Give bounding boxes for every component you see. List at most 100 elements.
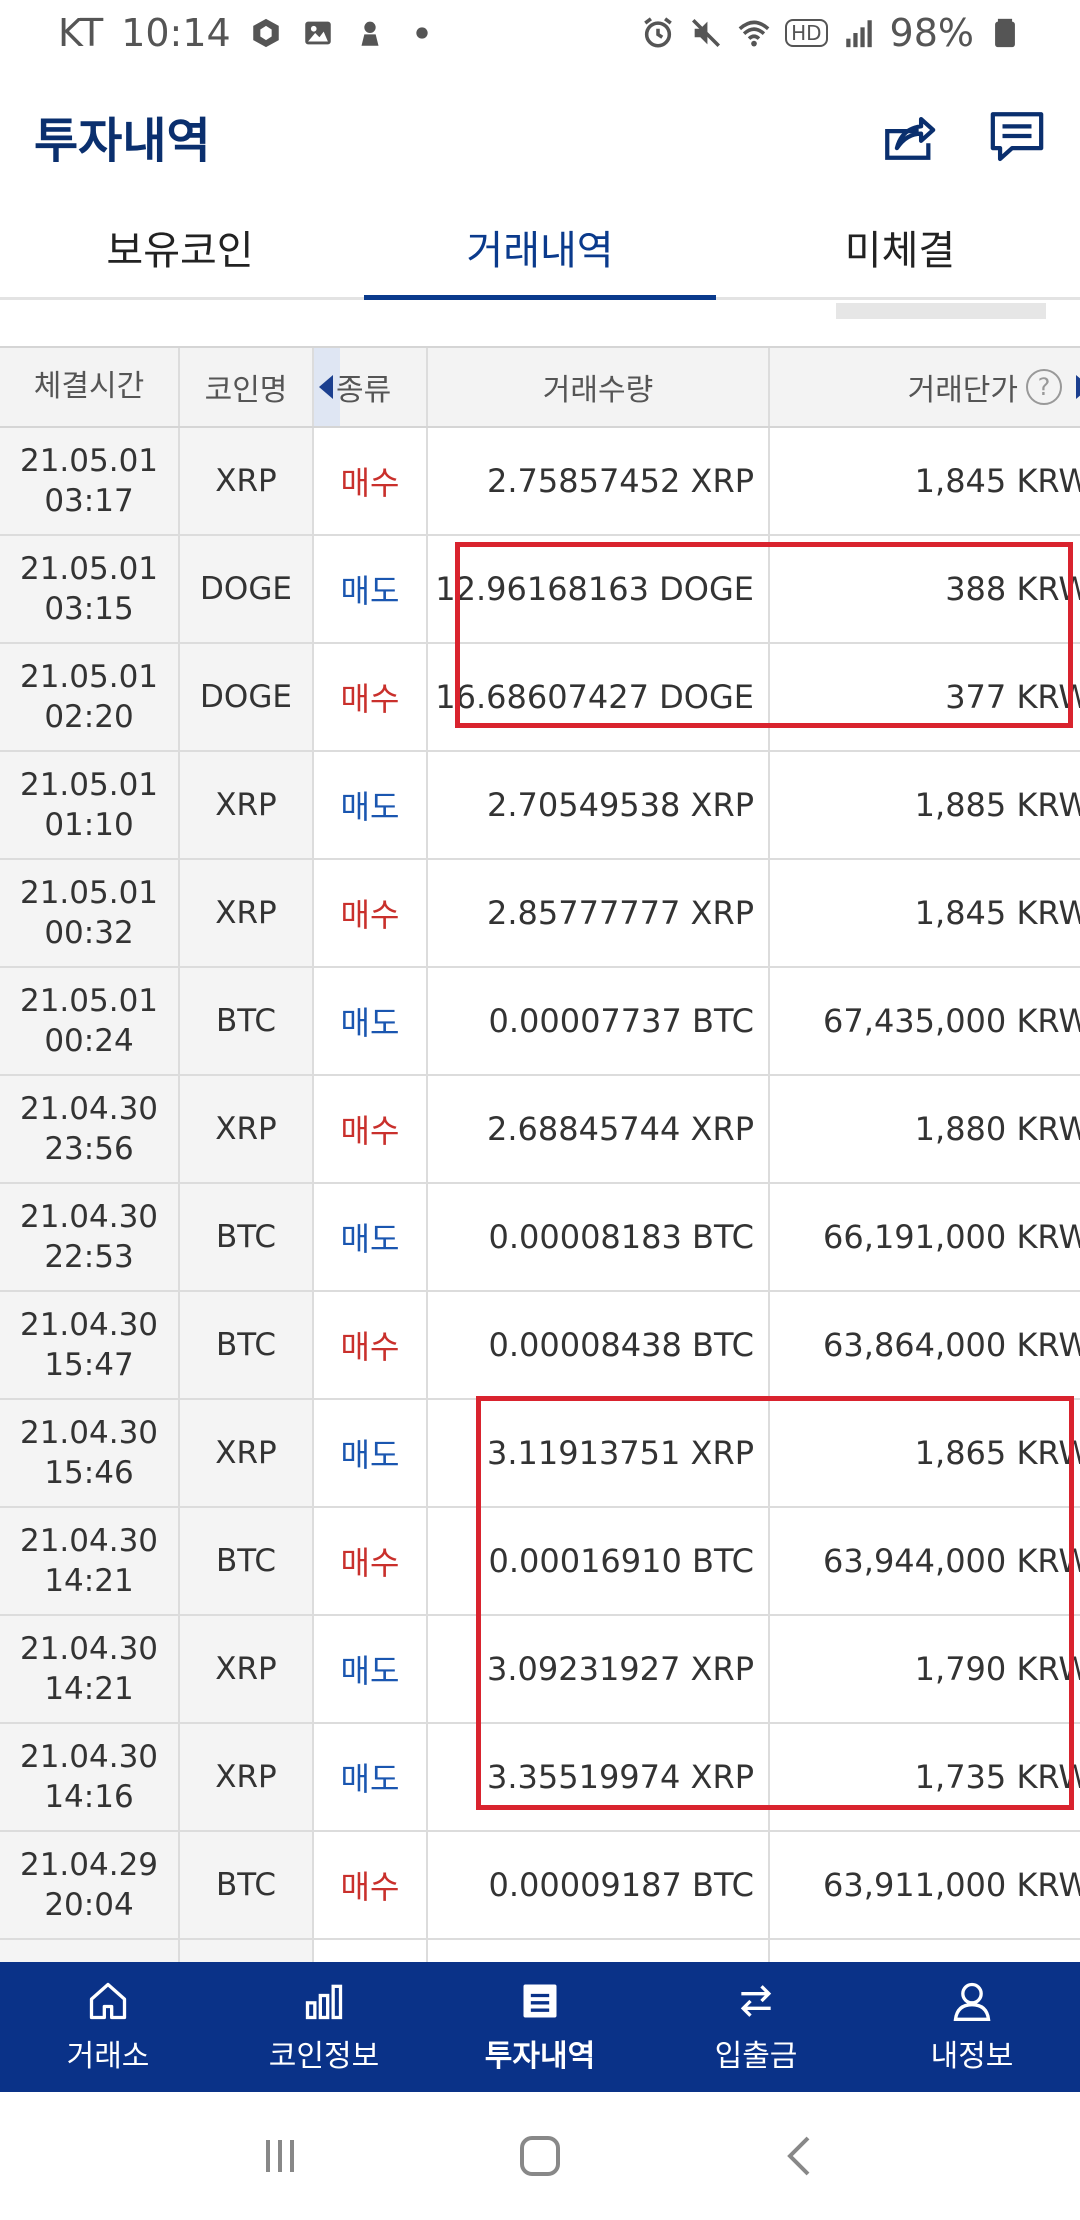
- cell-price: 1,845 KRW: [914, 894, 1080, 932]
- dot-icon: [416, 27, 428, 39]
- cell-type: 매도: [314, 968, 428, 1074]
- cell-qty: 2.70549538 XRP: [428, 752, 770, 858]
- recent-apps-icon[interactable]: [250, 2126, 310, 2186]
- battery-percent: 98%: [889, 11, 974, 55]
- help-icon[interactable]: ?: [1026, 369, 1062, 405]
- column-header-price-label: 거래단가: [907, 373, 1018, 408]
- table-row[interactable]: 21.04.30 14:21 BTC 매수 0.00016910 BTC 63,944,0…: [0, 1508, 1080, 1616]
- cell-clock: 03:15: [44, 591, 134, 627]
- page-title: 투자내역: [34, 113, 211, 169]
- table-row[interactable]: 21.04.30 15:47 BTC 매수 0.00008438 BTC 63,864,0…: [0, 1292, 1080, 1400]
- carrier-label: KT: [58, 11, 104, 55]
- cell-time: 21.04.30 14:21: [0, 1508, 180, 1614]
- cell-time: 21.04.30 22:53: [0, 1184, 180, 1290]
- cell-date: 21.05.01: [19, 443, 159, 479]
- tab-pending[interactable]: 미체결: [720, 196, 1080, 297]
- cell-price: 388 KRW: [945, 570, 1080, 608]
- cell-coin: XRP: [180, 752, 314, 858]
- nav-investment-history[interactable]: 투자내역: [432, 1962, 648, 2092]
- cell-type: 매도: [314, 752, 428, 858]
- trade-history-table[interactable]: 체결시간 코인명 종류 거래수량 거래단가 ? 21.05.01 03:17 XRP…: [0, 346, 1080, 1962]
- cell-price: 1,880 KRW: [914, 1110, 1080, 1148]
- cell-time: 21.05.01 00:32: [0, 860, 180, 966]
- signal-icon: [845, 20, 872, 48]
- cell-type: [314, 1940, 428, 1962]
- column-header-coin: 코인명: [180, 348, 314, 426]
- cell-type: 매수: [314, 1076, 428, 1182]
- cell-date: 21.05.01: [19, 659, 159, 695]
- table-row[interactable]: 21.05.01 00:32 XRP 매수 2.85777777 XRP 1,845 KR…: [0, 860, 1080, 968]
- table-row[interactable]: 21.04.30 14:16 XRP 매도 3.35519974 XRP 1,735 KR…: [0, 1724, 1080, 1832]
- cell-type: 매수: [314, 1292, 428, 1398]
- bot-icon: [361, 21, 379, 46]
- cell-qty: 3.09231927 XRP: [428, 1616, 770, 1722]
- cell-date: 21.04.30: [19, 1091, 159, 1127]
- cell-qty: 12.96168163 DOGE: [428, 536, 770, 642]
- tab-history[interactable]: 거래내역: [360, 196, 720, 300]
- cell-date: 21.05.01: [19, 875, 159, 911]
- nav-coin-info[interactable]: 코인정보: [216, 1962, 432, 2092]
- bottom-navigation: 거래소 코인정보 투자내역 입출금 내정보: [0, 1962, 1080, 2092]
- cell-date: 21.05.01: [19, 983, 159, 1019]
- share-icon[interactable]: [880, 107, 938, 165]
- table-row[interactable]: 21.05.01 01:10 XRP 매도 2.70549538 XRP 1,885 KR…: [0, 752, 1080, 860]
- nav-deposit-withdraw[interactable]: 입출금: [648, 1962, 864, 2092]
- scroll-indicator: [836, 303, 1046, 319]
- cell-date: 21.04.30: [19, 1307, 159, 1343]
- person-icon: [953, 1982, 991, 2021]
- cell-time: 21.04.30 14:21: [0, 1616, 180, 1722]
- table-row[interactable]: 21.05.01 00:24 BTC 매도 0.00007737 BTC 67,435,0…: [0, 968, 1080, 1076]
- cell-type: 매도: [314, 1724, 428, 1830]
- cell-price: 1,885 KRW: [914, 786, 1080, 824]
- table-row[interactable]: 21.04.29 20:04 BTC 매수 0.00009187 BTC 63,911,0…: [0, 1832, 1080, 1940]
- cell-qty: 0.00007737 BTC: [428, 968, 770, 1074]
- cell-coin: BTC: [180, 1508, 314, 1614]
- back-icon[interactable]: [770, 2126, 830, 2186]
- table-row[interactable]: 21.04.30 15:46 XRP 매도 3.11913751 XRP 1,865 KR…: [0, 1400, 1080, 1508]
- cell-clock: 15:46: [44, 1455, 134, 1491]
- cell-qty: 2.85777777 XRP: [428, 860, 770, 966]
- nav-exchange-label: 거래소: [66, 2039, 150, 2074]
- cell-clock: 00:32: [44, 915, 134, 951]
- cell-qty: [428, 1940, 770, 1962]
- cell-date: 21.04.30: [19, 1739, 159, 1775]
- cell-price: 1,865 KRW: [914, 1434, 1080, 1472]
- cell-price: 377 KRW: [945, 678, 1080, 716]
- nav-investment-history-label: 투자내역: [484, 2039, 596, 2074]
- table-row[interactable]: 21.05.01 03:17 XRP 매수 2.75857452 XRP 1,845 KR…: [0, 428, 1080, 536]
- cell-price: 67,435,000 KRW: [823, 1002, 1080, 1040]
- table-row[interactable]: 21.05.01 03:15 DOGE 매도 12.96168163 DOGE 388 K…: [0, 536, 1080, 644]
- tab-bar: 보유코인 거래내역 미체결: [0, 196, 1080, 300]
- mute-icon: [692, 18, 721, 48]
- column-header-type: 종류: [314, 348, 428, 426]
- home-button-icon[interactable]: [510, 2126, 570, 2186]
- cell-date: 21.05.01: [19, 767, 159, 803]
- tab-holdings[interactable]: 보유코인: [0, 196, 360, 297]
- cell-clock: 20:04: [44, 1887, 134, 1923]
- table-row[interactable]: 21.04.30 23:56 XRP 매수 2.68845744 XRP 1,880 KR…: [0, 1076, 1080, 1184]
- nav-exchange[interactable]: 거래소: [0, 1962, 216, 2092]
- table-row[interactable]: 21.05.01 02:20 DOGE 매수 16.68607427 DOGE 377 K…: [0, 644, 1080, 752]
- table-row[interactable]: 21.04.29: [0, 1940, 1080, 1962]
- nav-my-info-label: 내정보: [930, 2039, 1014, 2074]
- table-row[interactable]: 21.04.30 22:53 BTC 매도 0.00008183 BTC 66,191,0…: [0, 1184, 1080, 1292]
- cell-clock: 14:16: [44, 1779, 134, 1815]
- nav-my-info[interactable]: 내정보: [864, 1962, 1080, 2092]
- cell-time: 21.05.01 00:24: [0, 968, 180, 1074]
- scroll-right-button[interactable]: [1076, 375, 1080, 399]
- cell-date: 21.04.30: [19, 1631, 159, 1667]
- cell-date: 21.04.30: [19, 1415, 159, 1451]
- column-header-type-label: 종류: [336, 373, 392, 408]
- table-row[interactable]: 21.04.30 14:21 XRP 매도 3.09231927 XRP 1,790 KR…: [0, 1616, 1080, 1724]
- nav-deposit-withdraw-label: 입출금: [714, 2039, 798, 2074]
- status-bar: KT 10:14 HD 98%: [0, 0, 1080, 66]
- cell-clock: 01:10: [44, 807, 134, 843]
- cell-qty: 0.00016910 BTC: [428, 1508, 770, 1614]
- cell-coin: XRP: [180, 428, 314, 534]
- cell-date: 21.04.29: [19, 1847, 159, 1883]
- cell-type: 매수: [314, 1508, 428, 1614]
- message-icon[interactable]: [988, 107, 1046, 165]
- cell-clock: 00:24: [44, 1023, 134, 1059]
- cell-clock: 15:47: [44, 1347, 134, 1383]
- cell-coin: XRP: [180, 1400, 314, 1506]
